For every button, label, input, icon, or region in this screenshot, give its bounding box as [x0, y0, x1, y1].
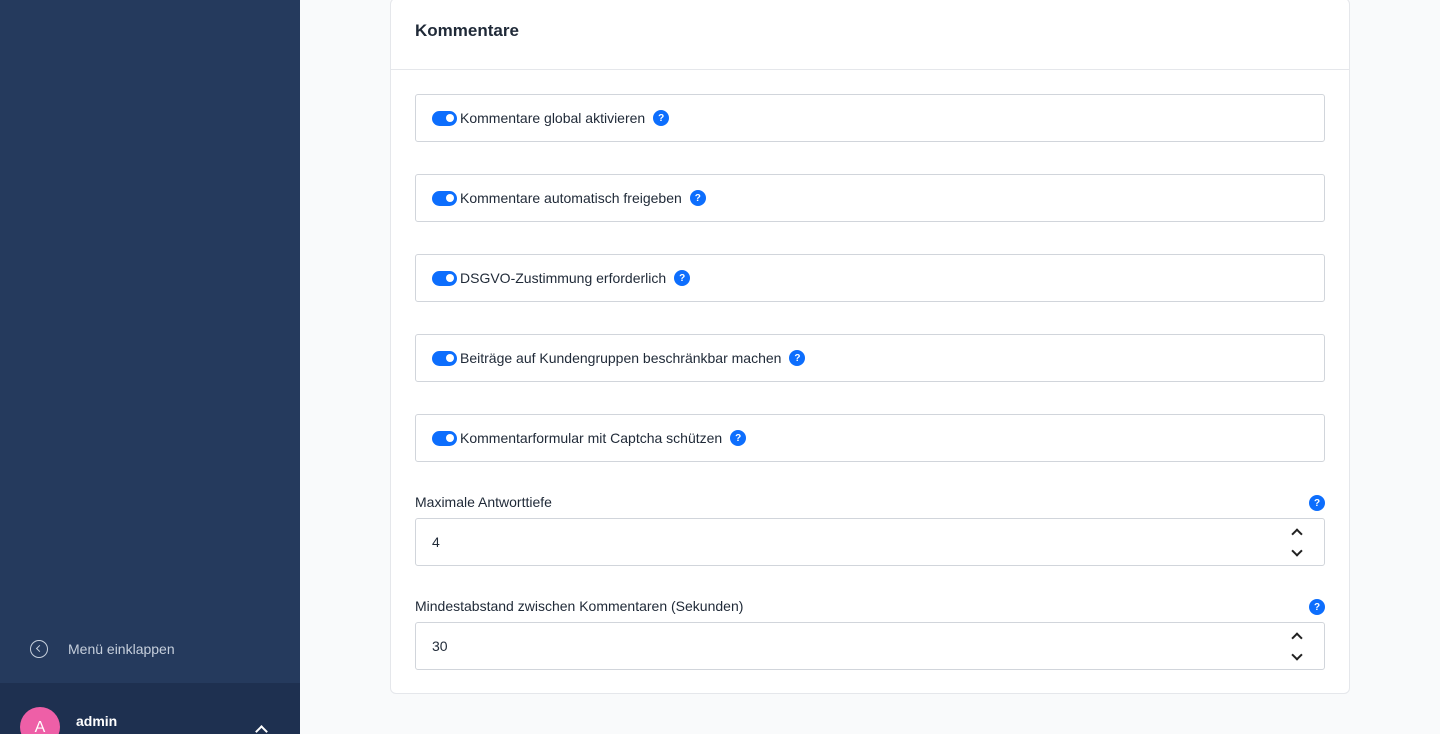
user-menu[interactable]: A admin	[0, 683, 300, 734]
toggle-label: Kommentare global aktivieren	[460, 110, 646, 126]
toggle-label: Kommentare automatisch freigeben	[460, 190, 682, 206]
help-icon[interactable]: ?	[1309, 495, 1325, 511]
collapse-menu-button[interactable]: Menü einklappen	[30, 640, 175, 658]
chevron-up-icon[interactable]	[1291, 632, 1303, 644]
min-interval-label: Mindestabstand zwischen Kommentaren (Sek…	[415, 598, 744, 614]
toggle-switch[interactable]	[432, 190, 457, 206]
toggle-label: Kommentarformular mit Captcha schützen	[460, 430, 723, 446]
chevron-up-icon[interactable]	[1291, 528, 1303, 540]
number-spinner	[1290, 631, 1304, 663]
help-icon[interactable]: ?	[653, 110, 670, 126]
help-icon[interactable]: ?	[789, 350, 806, 366]
chevron-down-icon[interactable]	[1291, 649, 1303, 661]
toggle-row-captcha: Kommentarformular mit Captcha schützen ?	[415, 414, 1325, 462]
toggle-switch[interactable]	[432, 110, 457, 126]
comments-settings-card: Kommentare Kommentare global aktivieren …	[390, 0, 1350, 694]
toggle-row-customer-groups: Beiträge auf Kundengruppen beschränkbar …	[415, 334, 1325, 382]
help-icon[interactable]: ?	[674, 270, 691, 286]
chevron-left-circle-icon	[30, 640, 48, 658]
username: admin	[76, 713, 118, 729]
toggle-row-auto-approve: Kommentare automatisch freigeben ?	[415, 174, 1325, 222]
toggle-switch[interactable]	[432, 350, 457, 366]
max-reply-depth-input[interactable]: 4	[415, 518, 1325, 566]
help-icon[interactable]: ?	[689, 190, 706, 206]
toggle-switch[interactable]	[432, 270, 457, 286]
toggle-label: Beiträge auf Kundengruppen beschränkbar …	[460, 350, 782, 366]
max-reply-depth-label: Maximale Antworttiefe	[415, 494, 552, 510]
number-spinner	[1290, 527, 1304, 559]
chevron-down-icon[interactable]	[1291, 545, 1303, 557]
min-interval-value: 30	[432, 638, 448, 654]
help-icon[interactable]: ?	[1309, 599, 1325, 615]
chevron-up-icon[interactable]	[255, 725, 268, 734]
min-interval-input[interactable]: 30	[415, 622, 1325, 670]
toggle-row-comments-global: Kommentare global aktivieren ?	[415, 94, 1325, 142]
card-title: Kommentare	[415, 21, 519, 40]
sidebar: Menü einklappen A admin	[0, 0, 300, 734]
help-icon[interactable]: ?	[730, 430, 747, 446]
collapse-menu-label: Menü einklappen	[68, 641, 175, 657]
avatar: A	[20, 707, 60, 734]
toggle-switch[interactable]	[432, 430, 457, 446]
toggle-label: DSGVO-Zustimmung erforderlich	[460, 270, 667, 286]
toggle-row-gdpr-consent: DSGVO-Zustimmung erforderlich ?	[415, 254, 1325, 302]
max-reply-depth-value: 4	[432, 534, 440, 550]
card-header: Kommentare	[391, 0, 1349, 70]
